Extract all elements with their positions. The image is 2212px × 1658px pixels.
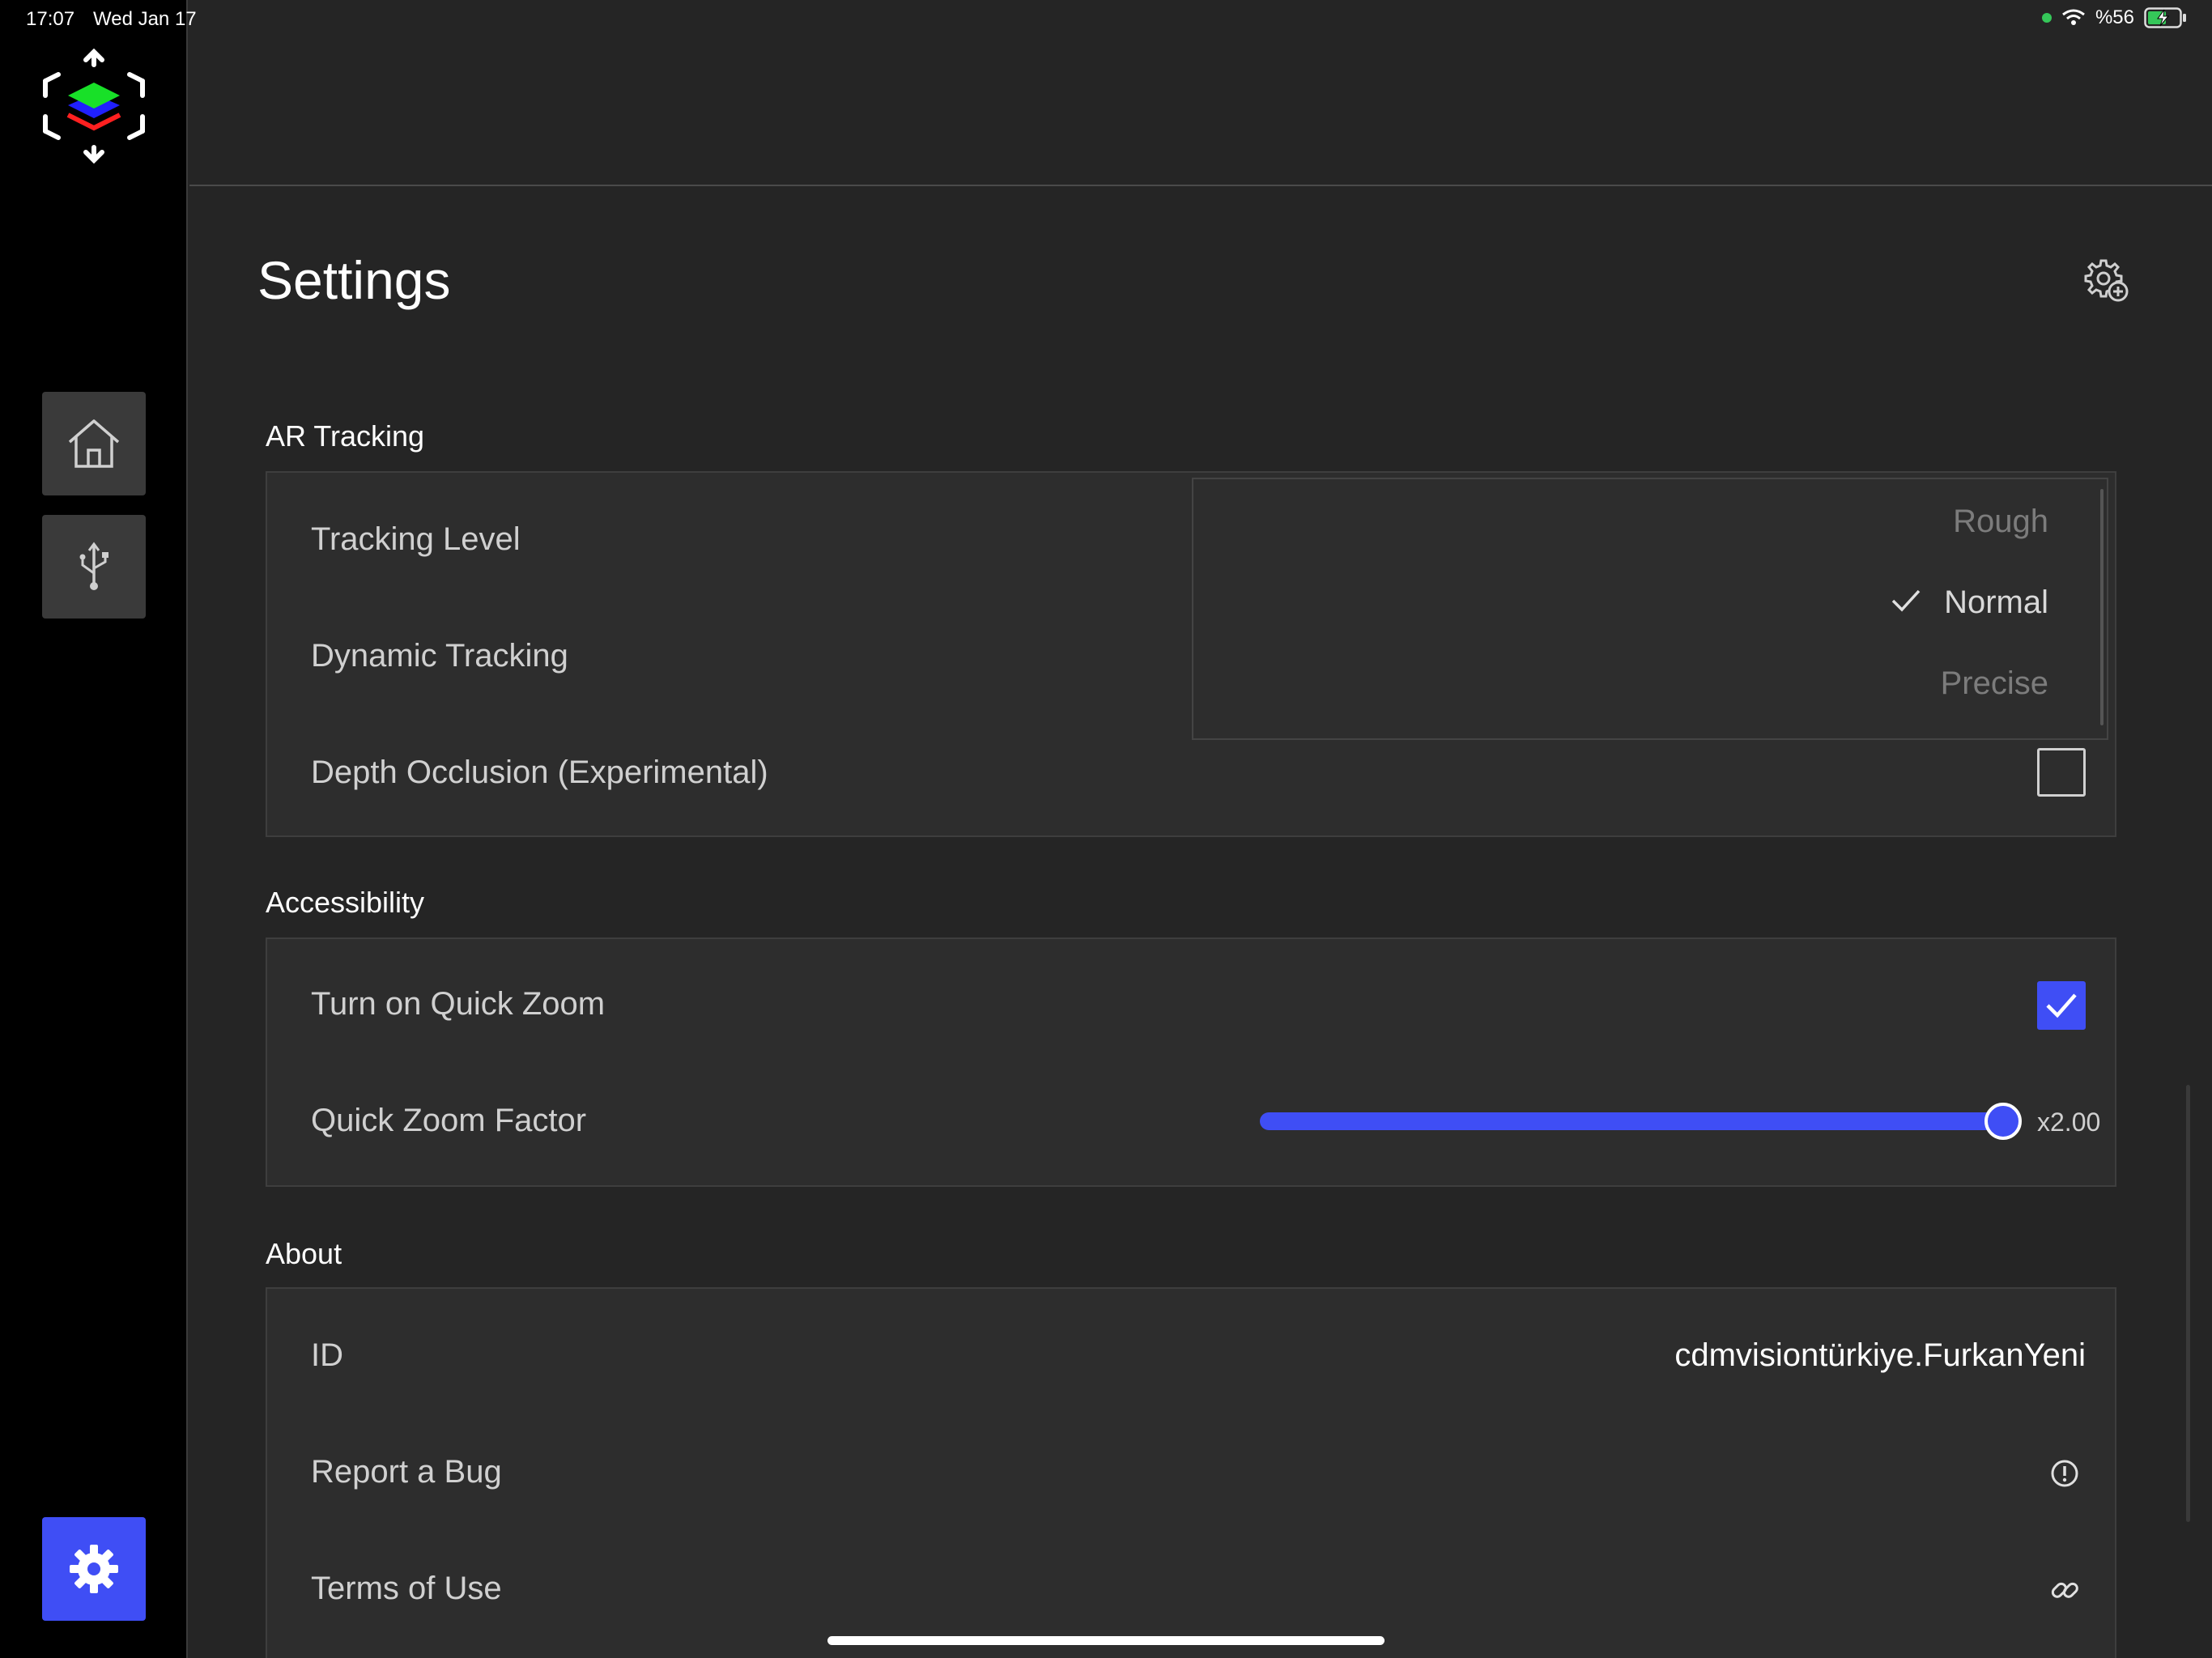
sidebar — [0, 0, 188, 1658]
dynamic-tracking-label: Dynamic Tracking — [311, 638, 568, 674]
section-accessibility: Accessibility — [266, 886, 425, 919]
sidebar-item-home[interactable] — [42, 392, 146, 495]
picker-scrollbar[interactable] — [2100, 489, 2104, 725]
page-title: Settings — [257, 250, 451, 310]
report-bug-label[interactable]: Report a Bug — [311, 1454, 502, 1490]
quick-zoom-slider-thumb[interactable] — [1984, 1103, 2022, 1140]
page-scrollbar[interactable] — [2186, 1085, 2190, 1522]
tracking-level-label: Tracking Level — [311, 521, 521, 557]
status-bar: 17:07 Wed Jan 17 %56 — [0, 0, 2212, 39]
quick-zoom-factor-label: Quick Zoom Factor — [311, 1103, 587, 1138]
home-indicator[interactable] — [827, 1636, 1385, 1645]
about-card: ID cdmvisiontürkiye.FurkanYeni Report a … — [266, 1287, 2116, 1658]
terms-of-use-label[interactable]: Terms of Use — [311, 1571, 502, 1607]
quick-zoom-checkbox[interactable] — [2037, 981, 2086, 1030]
id-value: cdmvisiontürkiye.FurkanYeni — [1674, 1337, 2086, 1373]
sidebar-item-settings[interactable] — [42, 1517, 146, 1621]
section-ar-tracking: AR Tracking — [266, 419, 425, 453]
status-time: 17:07 — [26, 8, 75, 30]
checkmark-icon — [1891, 589, 1921, 612]
checkmark-icon — [2046, 993, 2077, 1018]
id-label: ID — [311, 1337, 343, 1373]
gear-plus-icon[interactable] — [2084, 257, 2129, 303]
gear-icon — [70, 1545, 118, 1593]
section-about: About — [266, 1237, 342, 1270]
quick-zoom-factor-value: x2.00 — [2037, 1107, 2101, 1137]
quick-zoom-slider-track[interactable] — [1260, 1112, 2011, 1130]
depth-occlusion-checkbox[interactable] — [2037, 748, 2086, 797]
sidebar-item-usb[interactable] — [42, 515, 146, 619]
picker-option-precise[interactable]: Precise — [1941, 665, 2048, 702]
picker-option-normal[interactable]: Normal — [1944, 585, 2048, 621]
battery-charging-icon — [2144, 7, 2186, 28]
usb-icon — [79, 542, 108, 590]
depth-occlusion-label: Depth Occlusion (Experimental) — [311, 755, 768, 790]
link-icon[interactable] — [2048, 1574, 2081, 1606]
accessibility-card: Turn on Quick Zoom Quick Zoom Factor — [266, 937, 2116, 1187]
layered-cube-logo — [43, 49, 145, 164]
wifi-icon — [2062, 9, 2085, 25]
status-date: Wed Jan 17 — [93, 8, 197, 30]
home-icon — [68, 419, 120, 468]
info-circle-icon[interactable] — [2048, 1457, 2081, 1490]
battery-percent: %56 — [2095, 6, 2134, 28]
green-dot-indicator — [2041, 13, 2052, 23]
status-right: %56 — [2041, 6, 2188, 29]
picker-option-rough[interactable]: Rough — [1953, 504, 2048, 540]
quick-zoom-label: Turn on Quick Zoom — [311, 986, 606, 1022]
tracking-level-picker[interactable]: Rough Normal Precise — [1192, 478, 2108, 740]
